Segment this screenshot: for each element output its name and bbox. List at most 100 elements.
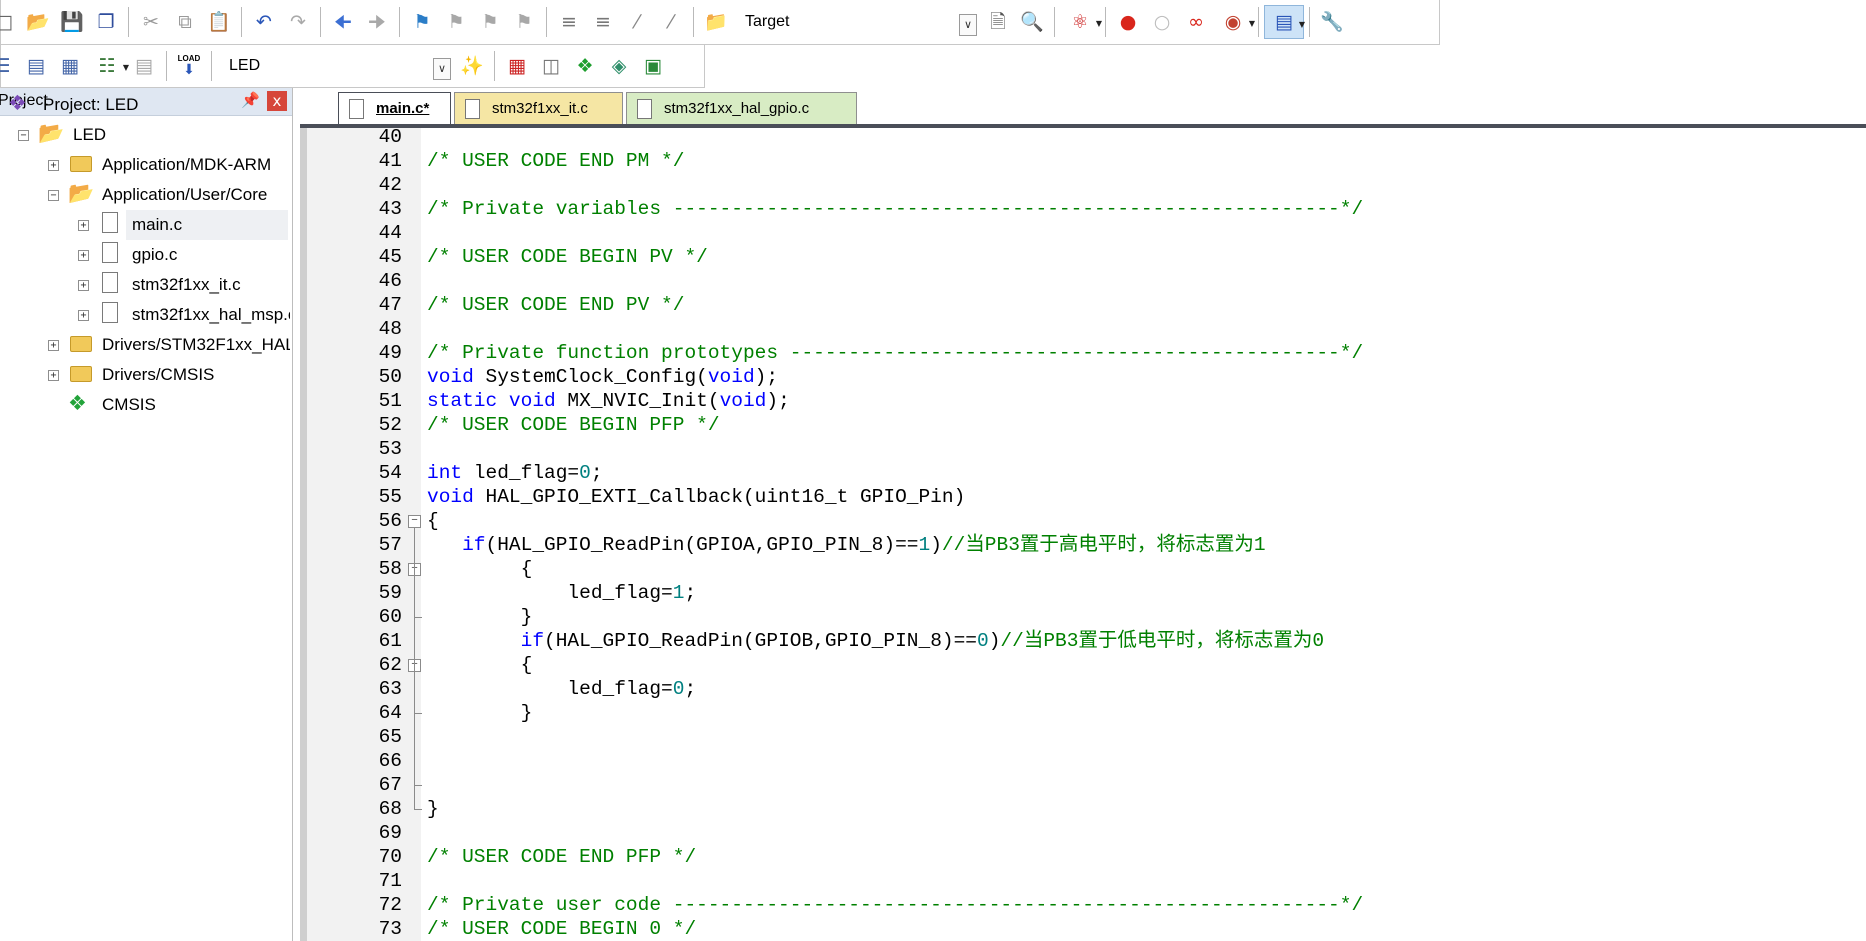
code-line[interactable]: 64 } — [307, 701, 1857, 725]
rebuild-icon[interactable]: ▦ — [53, 49, 87, 83]
indent-icon[interactable]: ≡ — [552, 5, 586, 39]
disable-breakpoint-icon[interactable]: ○ — [1145, 5, 1179, 39]
navigate-forward-icon[interactable]: 🠊 — [360, 5, 394, 39]
code-line[interactable]: 73 /* USER CODE BEGIN 0 */ — [307, 917, 1857, 941]
tree-item-group[interactable]: + Drivers/CMSIS — [0, 360, 290, 390]
code-line[interactable]: 66 — [307, 749, 1857, 773]
copy-icon[interactable]: ⧉ — [168, 5, 202, 39]
code-line[interactable]: 69 — [307, 821, 1857, 845]
debug-session-icon[interactable]: ⚛ ▼ — [1060, 5, 1102, 39]
expand-icon[interactable]: + — [78, 310, 89, 321]
tree-item-group[interactable]: − 📂 Application/User/Core — [0, 180, 290, 210]
code-line[interactable]: 44 — [307, 221, 1857, 245]
tree-item-file[interactable]: + stm32f1xx_it.c — [0, 270, 290, 300]
cut-icon[interactable]: ✂ — [134, 5, 168, 39]
breakpoint-icon[interactable]: ● — [1111, 5, 1145, 39]
expand-icon[interactable]: + — [78, 250, 89, 261]
breakpoint-options-icon[interactable]: ◉ ▼ — [1213, 5, 1255, 39]
code-line[interactable]: 40 — [307, 125, 1857, 149]
software-packs-icon[interactable]: ▣ — [636, 49, 670, 83]
tab-main-c[interactable]: main.c* — [338, 92, 451, 124]
batch-build-icon[interactable]: ☷ ▼ — [87, 49, 129, 83]
kill-breakpoints-icon[interactable]: ∞ — [1179, 5, 1213, 39]
stop-build-icon[interactable]: ▤ — [127, 49, 161, 83]
build-icon[interactable]: ▤ — [19, 49, 53, 83]
chevron-down-icon[interactable]: ∨ — [959, 14, 977, 36]
code-line[interactable]: 68} — [307, 797, 1857, 821]
chevron-down-icon[interactable]: ∨ — [433, 58, 451, 80]
code-line[interactable]: 52 /* USER CODE BEGIN PFP */ — [307, 413, 1857, 437]
open-file-icon[interactable]: 📂 — [21, 5, 55, 39]
code-line[interactable]: 72 /* Private user code -----------------… — [307, 893, 1857, 917]
code-line[interactable]: 46 — [307, 269, 1857, 293]
select-packs-icon[interactable]: ◫ — [534, 49, 568, 83]
expand-icon[interactable]: + — [48, 160, 59, 171]
expand-icon[interactable]: + — [48, 370, 59, 381]
tree-item-component[interactable]: ❖ CMSIS — [0, 390, 290, 420]
insert-bookmark-icon[interactable]: ⚑ — [405, 5, 439, 39]
code-line[interactable]: 49 /* Private function prototypes -------… — [307, 341, 1857, 365]
tree-item-project[interactable]: ❖ Project: LED — [0, 90, 290, 120]
collapse-icon[interactable]: − — [48, 190, 59, 201]
code-line[interactable]: 43 /* Private variables -----------------… — [307, 197, 1857, 221]
code-line[interactable]: 62− { — [307, 653, 1857, 677]
undo-icon[interactable]: ↶ — [247, 5, 281, 39]
code-line[interactable]: 61 if(HAL_GPIO_ReadPin(GPIOB,GPIO_PIN_8)… — [307, 629, 1857, 653]
save-all-icon[interactable]: ❐ — [89, 5, 123, 39]
options-for-target-icon[interactable]: ✨ — [455, 49, 489, 83]
code-line[interactable]: 67 — [307, 773, 1857, 797]
manage-project-items-icon[interactable]: ▦ — [500, 49, 534, 83]
code-line[interactable]: 65 — [307, 725, 1857, 749]
tree-item-file[interactable]: + stm32f1xx_hal_msp.c — [0, 300, 290, 330]
collapse-icon[interactable]: − — [18, 130, 29, 141]
tree-item-file[interactable]: + main.c — [0, 210, 290, 240]
tree-item-group[interactable]: + Application/MDK-ARM — [0, 150, 290, 180]
clear-bookmarks-icon[interactable]: ⚑ — [507, 5, 541, 39]
manage-rte-icon[interactable]: ❖ — [568, 49, 602, 83]
code-line[interactable]: 54 int led_flag=0; — [307, 461, 1857, 485]
tree-item-file[interactable]: + gpio.c — [0, 240, 290, 270]
expand-icon[interactable]: + — [78, 220, 89, 231]
find-icon[interactable]: 🗎 — [981, 5, 1015, 39]
code-line[interactable]: 55 void HAL_GPIO_EXTI_Callback(uint16_t G… — [307, 485, 1857, 509]
translate-icon[interactable]: ☰ — [0, 49, 19, 83]
find-in-files-icon[interactable]: 📁 — [699, 5, 733, 39]
paste-icon[interactable]: 📋 — [202, 5, 236, 39]
code-line[interactable]: 48 — [307, 317, 1857, 341]
comment-icon[interactable]: ⁄ — [620, 5, 654, 39]
uncomment-icon[interactable]: ⁄ — [654, 5, 688, 39]
code-line[interactable]: 50 void SystemClock_Config(void); — [307, 365, 1857, 389]
code-editor[interactable]: 40 41 /* USER CODE END PM */ 42 43 /* Private… — [300, 125, 1866, 941]
code-line[interactable]: 63 led_flag=0; — [307, 677, 1857, 701]
pack-installer-icon[interactable]: ◈ — [602, 49, 636, 83]
save-icon[interactable]: 💾 — [55, 5, 89, 39]
code-line[interactable]: 59 led_flag=1; — [307, 581, 1857, 605]
code-line[interactable]: 57 if(HAL_GPIO_ReadPin(GPIOA,GPIO_PIN_8)… — [307, 533, 1857, 557]
new-file-icon[interactable]: □ — [0, 5, 21, 39]
expand-icon[interactable]: + — [78, 280, 89, 291]
code-line[interactable]: 70 /* USER CODE END PFP */ — [307, 845, 1857, 869]
incremental-find-icon[interactable]: 🔍 — [1015, 5, 1049, 39]
previous-bookmark-icon[interactable]: ⚑ — [439, 5, 473, 39]
next-bookmark-icon[interactable]: ⚑ — [473, 5, 507, 39]
window-layout-icon[interactable]: ▤ ▼ — [1264, 5, 1305, 39]
build-target-select[interactable]: LED ∨ — [221, 49, 451, 83]
code-line[interactable]: 47 /* USER CODE END PV */ — [307, 293, 1857, 317]
tree-item-target[interactable]: − 📂 LED — [0, 120, 290, 150]
code-line[interactable]: 41 /* USER CODE END PM */ — [307, 149, 1857, 173]
tab-stm32f1xx-it-c[interactable]: stm32f1xx_it.c — [454, 92, 623, 124]
code-line[interactable]: 56−{ — [307, 509, 1857, 533]
tab-stm32f1xx-hal-gpio-c[interactable]: stm32f1xx_hal_gpio.c — [626, 92, 857, 124]
code-line[interactable]: 45 /* USER CODE BEGIN PV */ — [307, 245, 1857, 269]
code-line[interactable]: 58− { — [307, 557, 1857, 581]
tree-item-group[interactable]: + Drivers/STM32F1xx_HAL_ — [0, 330, 290, 360]
code-line[interactable]: 71 — [307, 869, 1857, 893]
download-icon[interactable]: LOAD ⬇ — [172, 49, 206, 83]
code-line[interactable]: 42 — [307, 173, 1857, 197]
unindent-icon[interactable]: ≡ — [586, 5, 620, 39]
configure-icon[interactable]: 🔧 — [1315, 5, 1349, 39]
expand-icon[interactable]: + — [48, 340, 59, 351]
code-line[interactable]: 53 — [307, 437, 1857, 461]
fold-collapse-icon[interactable]: − — [408, 515, 421, 528]
code-line[interactable]: 60 } — [307, 605, 1857, 629]
